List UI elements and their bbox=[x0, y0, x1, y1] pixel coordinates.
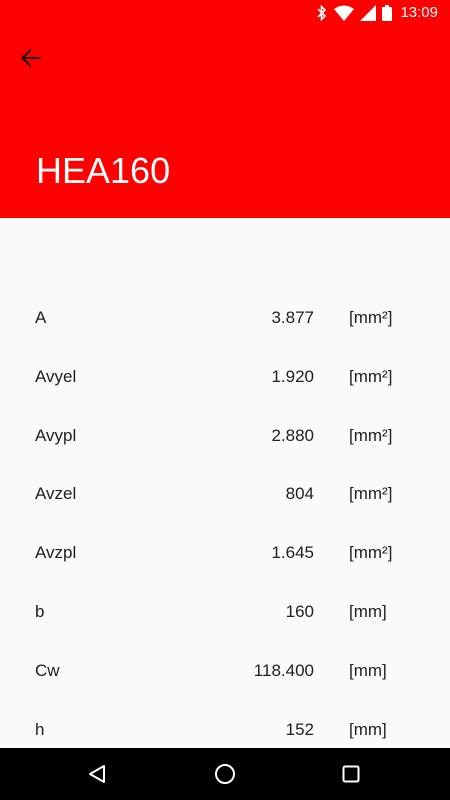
property-unit: [mm²] bbox=[349, 484, 393, 504]
property-unit: [mm²] bbox=[349, 366, 393, 386]
property-name: Avyel bbox=[35, 366, 77, 386]
property-unit: [mm] bbox=[349, 660, 387, 680]
list-item[interactable]: A 3.877 [mm²] bbox=[0, 288, 450, 347]
page-title: HEA160 bbox=[36, 150, 171, 191]
app-bar: HEA160 bbox=[0, 25, 450, 218]
screen: 13:09 HEA160 A 3.877 [mm²] Avyel 1.920 [… bbox=[0, 0, 450, 800]
property-name: Avzel bbox=[35, 484, 77, 504]
status-icons: 13:09 bbox=[316, 4, 438, 22]
property-list: A 3.877 [mm²] Avyel 1.920 [mm²] Avypl 2.… bbox=[0, 288, 450, 748]
nav-back-button[interactable] bbox=[82, 760, 112, 788]
property-name: Avzpl bbox=[35, 543, 77, 563]
property-value: 1.920 bbox=[271, 366, 314, 386]
property-unit: [mm] bbox=[349, 719, 387, 739]
property-name: Cw bbox=[35, 660, 60, 680]
property-unit: [mm²] bbox=[349, 543, 393, 563]
property-name: A bbox=[35, 308, 47, 327]
property-value: 3.877 bbox=[271, 308, 314, 327]
property-unit: [mm²] bbox=[349, 425, 393, 445]
list-item[interactable]: Avyel 1.920 [mm²] bbox=[0, 347, 450, 406]
list-item[interactable]: Avzel 804 [mm²] bbox=[0, 464, 450, 523]
property-value: 160 bbox=[285, 601, 314, 621]
nav-home-button[interactable] bbox=[210, 760, 240, 788]
bluetooth-icon bbox=[317, 5, 327, 21]
status-time: 13:09 bbox=[400, 4, 438, 21]
nav-recents-button[interactable] bbox=[336, 760, 366, 788]
back-triangle-icon bbox=[89, 765, 105, 783]
list-item[interactable]: Avzpl 1.645 [mm²] bbox=[0, 523, 450, 582]
recents-square-icon bbox=[342, 765, 360, 783]
wifi-icon bbox=[334, 5, 355, 21]
home-circle-icon bbox=[215, 764, 235, 784]
battery-icon bbox=[382, 5, 393, 21]
content-area[interactable]: A 3.877 [mm²] Avyel 1.920 [mm²] Avypl 2.… bbox=[0, 218, 450, 748]
list-item[interactable]: Avypl 2.880 [mm²] bbox=[0, 406, 450, 465]
status-bar: 13:09 bbox=[0, 0, 450, 25]
property-value: 118.400 bbox=[253, 660, 314, 680]
property-value: 2.880 bbox=[271, 425, 314, 445]
arrow-left-icon bbox=[21, 49, 41, 67]
property-unit: [mm²] bbox=[349, 308, 393, 327]
property-name: b bbox=[35, 601, 45, 621]
property-value: 152 bbox=[285, 719, 314, 739]
property-name: Avypl bbox=[35, 425, 77, 445]
property-value: 1.645 bbox=[271, 543, 314, 563]
property-value: 804 bbox=[285, 484, 314, 504]
property-name: h bbox=[35, 719, 45, 739]
navigation-bar bbox=[0, 748, 450, 800]
property-unit: [mm] bbox=[349, 601, 387, 621]
list-item[interactable]: Cw 118.400 [mm] bbox=[0, 641, 450, 700]
list-item[interactable]: h 152 [mm] bbox=[0, 700, 450, 748]
cell-signal-icon bbox=[360, 5, 377, 21]
list-item[interactable]: b 160 [mm] bbox=[0, 582, 450, 641]
back-button[interactable] bbox=[14, 41, 48, 75]
